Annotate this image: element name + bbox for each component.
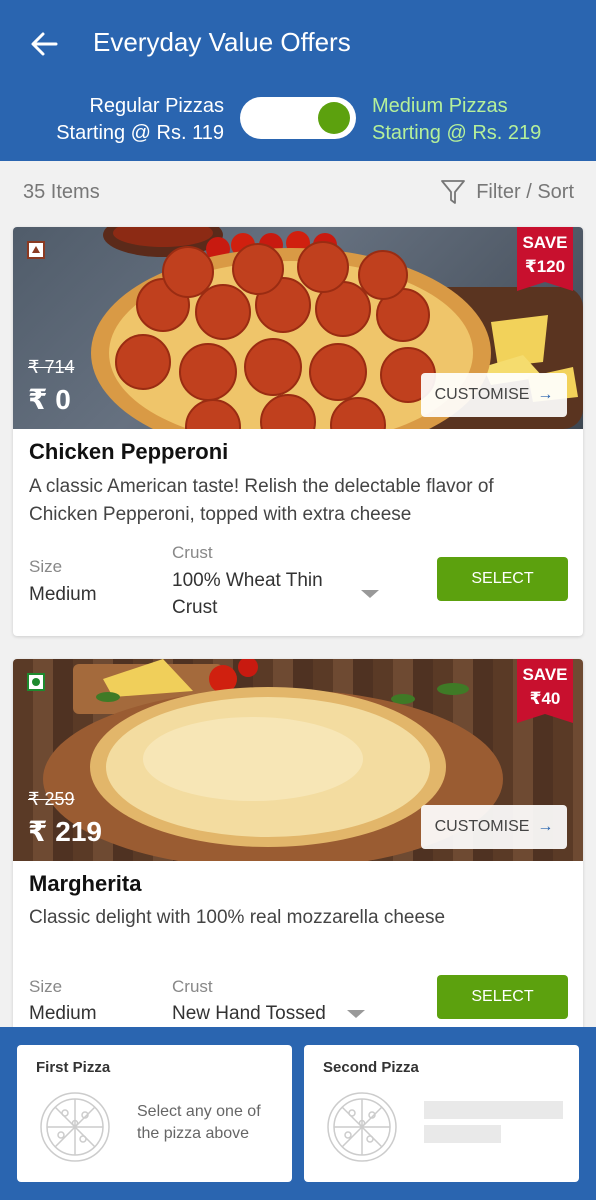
pizza-description: A classic American taste! Relish the del… — [29, 476, 494, 525]
medium-pizzas-label[interactable]: Medium Pizzas Starting @ Rs. 219 — [372, 93, 541, 147]
customise-button[interactable]: CUSTOMISE → — [421, 805, 567, 849]
original-price: ₹ 714 — [28, 357, 75, 377]
pizza-card: SAVE ₹40 ₹ 259 ₹ 219 CUSTOMISE → Margher… — [13, 659, 583, 1039]
offer-price: ₹ 219 — [28, 816, 102, 847]
veg-indicator-icon — [27, 673, 45, 691]
size-label: Size — [29, 977, 63, 996]
chevron-down-icon[interactable] — [361, 590, 379, 598]
pizza-card: SAVE ₹120 ₹ 714 ₹ 0 CUSTOMISE → Chicken … — [13, 227, 583, 636]
combo-selection-bar: First Pizza Select any one of the pizza … — [0, 1027, 596, 1200]
back-arrow-icon[interactable] — [26, 26, 62, 62]
placeholder-line — [424, 1101, 563, 1119]
pizza-placeholder-icon — [327, 1092, 397, 1162]
select-button[interactable]: SELECT — [437, 975, 568, 1019]
pizza-name: Chicken Pepperoni — [29, 439, 229, 464]
arrow-right-icon: → — [537, 386, 554, 403]
non-veg-indicator-icon — [27, 241, 45, 259]
offer-price: ₹ 0 — [28, 384, 71, 415]
first-pizza-title: First Pizza — [36, 1059, 111, 1076]
crust-label: Crust — [172, 977, 213, 996]
app-header: Everyday Value Offers Regular Pizzas Sta… — [0, 0, 596, 161]
items-count: 35 Items — [23, 181, 100, 203]
placeholder-line — [424, 1125, 501, 1143]
page-title: Everyday Value Offers — [93, 27, 351, 57]
crust-dropdown[interactable]: New Hand Tossed — [172, 1000, 326, 1027]
regular-pizzas-label[interactable]: Regular Pizzas Starting @ Rs. 119 — [56, 93, 224, 147]
filter-sort-button[interactable]: Filter / Sort — [440, 178, 574, 206]
toggle-knob — [318, 102, 350, 134]
size-value[interactable]: Medium — [29, 1000, 97, 1027]
pizza-placeholder-icon — [40, 1092, 110, 1162]
pizza-image: SAVE ₹120 ₹ 714 ₹ 0 CUSTOMISE → — [13, 227, 583, 429]
first-pizza-hint: Select any one of the pizza above — [137, 1103, 261, 1142]
second-pizza-slot[interactable]: Second Pizza — [304, 1045, 579, 1182]
size-value[interactable]: Medium — [29, 581, 97, 608]
pizza-name: Margherita — [29, 871, 142, 896]
arrow-right-icon: → — [537, 818, 554, 835]
pizza-size-toggle[interactable] — [240, 97, 356, 139]
first-pizza-slot[interactable]: First Pizza Select any one of the pizza … — [17, 1045, 292, 1182]
save-ribbon: SAVE ₹120 — [517, 227, 573, 291]
funnel-icon — [441, 180, 466, 204]
pizza-description: Classic delight with 100% real mozzarell… — [29, 907, 446, 928]
filter-bar: 35 Items Filter / Sort — [0, 161, 596, 225]
save-ribbon: SAVE ₹40 — [517, 659, 573, 723]
customise-button[interactable]: CUSTOMISE → — [421, 373, 567, 417]
original-price: ₹ 259 — [28, 789, 75, 809]
select-button[interactable]: SELECT — [437, 557, 568, 601]
second-pizza-title: Second Pizza — [323, 1059, 419, 1076]
pizza-image: SAVE ₹40 ₹ 259 ₹ 219 CUSTOMISE → — [13, 659, 583, 861]
chevron-down-icon[interactable] — [347, 1010, 365, 1018]
size-label: Size — [29, 557, 63, 576]
crust-dropdown[interactable]: 100% Wheat Thin Crust — [172, 567, 347, 621]
crust-label: Crust — [172, 543, 213, 562]
